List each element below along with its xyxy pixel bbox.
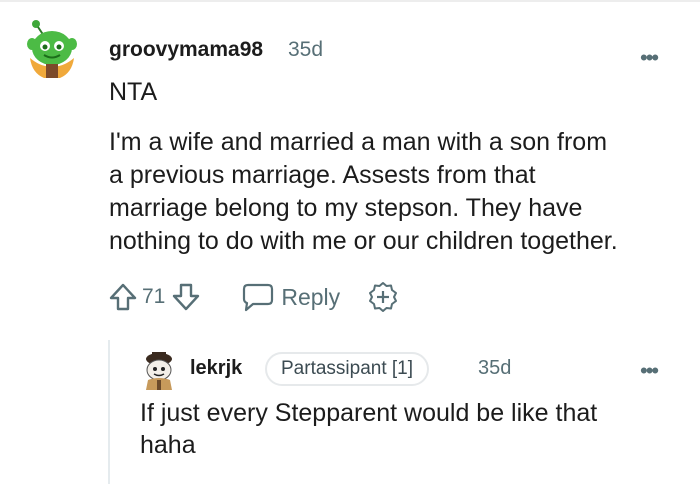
timestamp[interactable]: 35d xyxy=(288,38,323,62)
comment-text: nothing to do with me or our children to… xyxy=(109,227,618,255)
reply-bubble-icon xyxy=(241,282,275,312)
upvote-icon[interactable] xyxy=(106,280,140,314)
comment: groovymama98 35d ••• NTA I'm a wife and … xyxy=(0,0,700,484)
downvote-icon[interactable] xyxy=(169,280,203,314)
reply-text: haha xyxy=(140,431,196,459)
comment-actions: 71 Reply xyxy=(106,280,400,314)
user-flair: Partassipant [1] xyxy=(265,352,430,386)
vote-group: 71 xyxy=(106,280,203,314)
avatar[interactable] xyxy=(22,18,82,80)
reply-text: If just every Stepparent would be like t… xyxy=(140,399,598,427)
reply-button[interactable]: Reply xyxy=(241,282,340,312)
more-icon[interactable]: ••• xyxy=(640,45,659,71)
username[interactable]: groovymama98 xyxy=(109,38,263,62)
thread-line[interactable] xyxy=(108,340,110,484)
comment-text: marriage belong to my stepson. They have xyxy=(109,194,583,222)
reply-avatar[interactable] xyxy=(140,350,178,390)
award-plus-icon[interactable] xyxy=(366,280,400,314)
comment-text: a previous marriage. Assests from that xyxy=(109,161,536,189)
vote-count: 71 xyxy=(142,285,166,308)
reply-timestamp[interactable]: 35d xyxy=(478,357,511,380)
comment-text: I'm a wife and married a man with a son … xyxy=(109,128,608,156)
reply-username[interactable]: lekrjk xyxy=(190,357,242,380)
more-icon[interactable]: ••• xyxy=(640,358,659,384)
comment-text: NTA xyxy=(109,78,158,106)
reply-label: Reply xyxy=(281,283,341,310)
